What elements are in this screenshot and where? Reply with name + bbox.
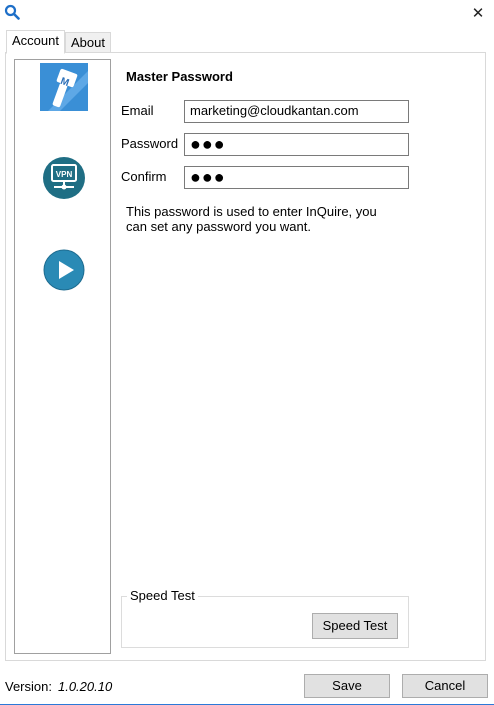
confirm-label: Confirm <box>121 169 167 184</box>
sidebar-item-vpn[interactable]: VPN <box>42 156 86 200</box>
close-icon: ✕ <box>471 5 485 22</box>
confirm-password-field[interactable]: ●●● <box>184 166 409 189</box>
version-value: 1.0.20.10 <box>57 679 113 694</box>
speed-test-group-label: Speed Test <box>127 588 198 603</box>
email-label: Email <box>121 103 154 118</box>
app-search-icon <box>4 4 20 20</box>
close-button[interactable]: ✕ <box>466 2 490 24</box>
sidebar: M VPN <box>14 59 111 654</box>
email-field[interactable]: marketing@cloudkantan.com <box>184 100 409 123</box>
section-title: Master Password <box>126 69 233 84</box>
version-label: Version: <box>5 679 52 694</box>
play-icon <box>43 249 85 291</box>
sidebar-item-master-password[interactable]: M <box>40 63 88 111</box>
tab-account[interactable]: Account <box>6 30 65 54</box>
speed-test-button[interactable]: Speed Test <box>312 613 398 639</box>
cancel-button[interactable]: Cancel <box>402 674 488 698</box>
password-note: This password is used to enter InQuire, … <box>126 204 377 234</box>
password-field[interactable]: ●●● <box>184 133 409 156</box>
master-password-icon: M <box>40 63 88 111</box>
version-info: Version: 1.0.20.10 <box>5 679 112 694</box>
sidebar-item-play[interactable] <box>43 249 85 291</box>
save-button[interactable]: Save <box>304 674 390 698</box>
vpn-icon: VPN <box>43 157 85 199</box>
tab-about[interactable]: About <box>65 32 111 53</box>
svg-text:VPN: VPN <box>56 170 73 179</box>
password-label: Password <box>121 136 179 151</box>
